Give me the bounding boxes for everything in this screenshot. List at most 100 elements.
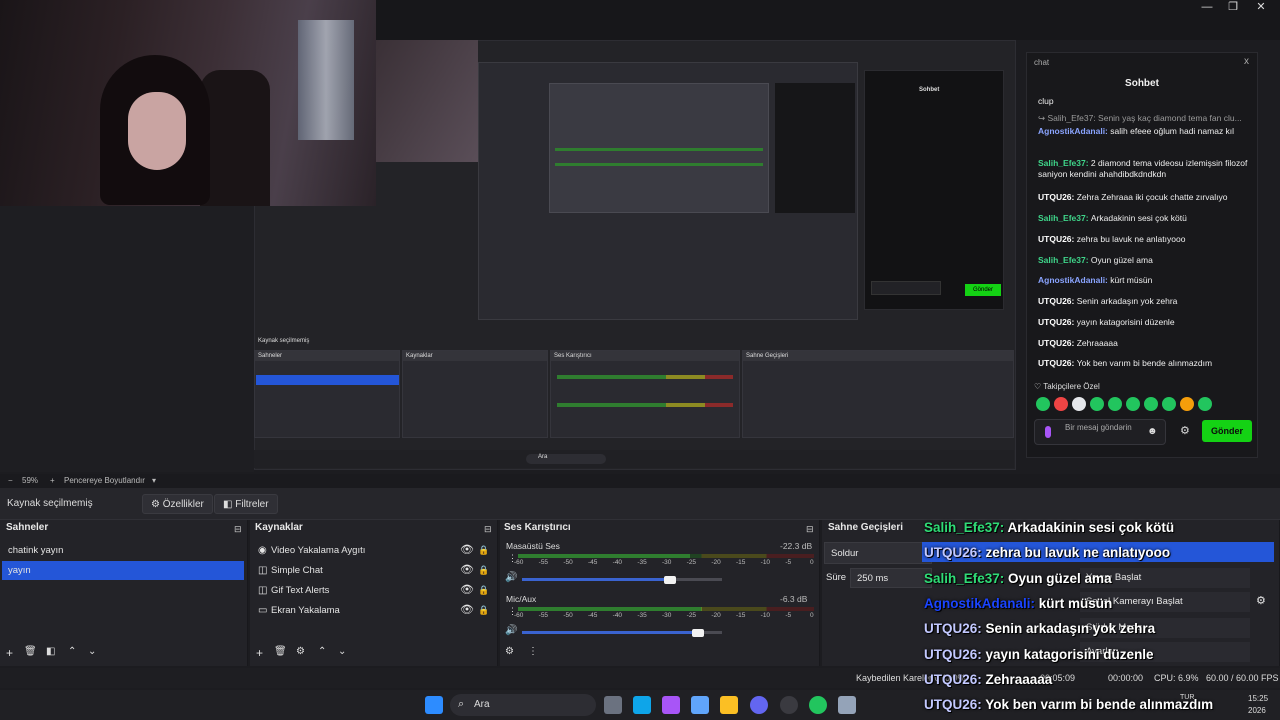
emote-icon[interactable] bbox=[1162, 397, 1176, 411]
clock-time[interactable]: 15:25 bbox=[1248, 694, 1268, 703]
dock-menu-icon[interactable]: ⊟ bbox=[484, 524, 492, 535]
add-scene-button[interactable]: + bbox=[6, 646, 13, 660]
fit-window-button[interactable]: Pencereye Boyutlandır bbox=[64, 476, 145, 485]
chat-username[interactable]: Salih_Efe37: bbox=[1038, 213, 1091, 223]
more-icon[interactable]: ⋮ bbox=[528, 646, 538, 657]
emote-icon[interactable] bbox=[1144, 397, 1158, 411]
source-item[interactable]: ◉ Video Yakalama Aygıtı 👁 🔒 bbox=[252, 541, 494, 560]
chat-username[interactable]: Salih_Efe37: bbox=[1038, 255, 1091, 265]
emote-icon[interactable] bbox=[1090, 397, 1104, 411]
source-item[interactable]: ◫ Simple Chat 👁 🔒 bbox=[252, 561, 494, 580]
meter-tick: -55 bbox=[538, 612, 549, 619]
mixer-settings-icon[interactable]: ⚙ bbox=[505, 646, 514, 657]
properties-button[interactable]: ⚙ Özellikler bbox=[142, 494, 213, 514]
source-item[interactable]: ◫ Gif Text Alerts 👁 🔒 bbox=[252, 581, 494, 600]
overlay-chat-line: Salih_Efe37: Arkadakinin sesi çok kötü bbox=[924, 520, 1174, 535]
emote-icon[interactable] bbox=[1180, 397, 1194, 411]
zoom-out-button[interactable]: − bbox=[8, 476, 13, 485]
lock-icon[interactable]: 🔒 bbox=[478, 561, 489, 580]
eye-icon[interactable]: 👁 bbox=[460, 581, 474, 600]
volume-slider-fill[interactable] bbox=[522, 631, 692, 634]
obs-icon[interactable] bbox=[780, 696, 798, 714]
app-icon[interactable] bbox=[838, 696, 856, 714]
gear-icon[interactable]: ⚙ bbox=[1180, 424, 1190, 437]
add-source-button[interactable]: + bbox=[256, 646, 263, 660]
chat-username[interactable]: AgnostikAdanali: bbox=[1038, 275, 1110, 285]
mini-no-source: Kaynak seçilmemiş bbox=[258, 338, 310, 344]
task-view-icon[interactable] bbox=[604, 696, 622, 714]
emote-icon[interactable] bbox=[1036, 397, 1050, 411]
chat-username[interactable]: UTQU26: bbox=[1038, 192, 1077, 202]
chat-username[interactable]: UTQU26: bbox=[1038, 234, 1077, 244]
dock-menu-icon[interactable]: ⊟ bbox=[806, 524, 814, 535]
zoom-in-button[interactable]: + bbox=[50, 476, 55, 485]
lock-icon[interactable]: 🔒 bbox=[478, 601, 489, 620]
windows-start-icon[interactable] bbox=[425, 696, 443, 714]
eye-icon[interactable]: 👁 bbox=[460, 601, 474, 620]
chat-username[interactable]: AgnostikAdanali: bbox=[1038, 126, 1110, 136]
speaker-icon[interactable]: 🔊 bbox=[505, 572, 517, 583]
source-item[interactable]: ▭ Ekran Yakalama 👁 🔒 bbox=[252, 601, 494, 620]
taskbar-search[interactable]: Ara bbox=[450, 694, 596, 716]
move-down-icon[interactable]: ⌄ bbox=[338, 646, 346, 657]
emote-icon[interactable] bbox=[1198, 397, 1212, 411]
volume-slider-knob[interactable] bbox=[692, 629, 704, 637]
overlay-chat-line: UTQU26: yayın katagorisini düzenle bbox=[924, 647, 1154, 662]
volume-slider-knob[interactable] bbox=[664, 576, 676, 584]
chat-text: Zehra Zehraaa iki çocuk chatte zırvalıyo bbox=[1076, 192, 1228, 202]
overlay-username: UTQU26: bbox=[924, 621, 982, 637]
meter-tick: -20 bbox=[711, 612, 721, 619]
chat-message-input[interactable]: Bir mesaj göndərin ☻ bbox=[1034, 419, 1166, 445]
eye-icon[interactable]: 👁 bbox=[460, 561, 474, 580]
emote-row[interactable] bbox=[1036, 397, 1236, 411]
move-up-icon[interactable]: ⌃ bbox=[318, 646, 326, 657]
chat-username[interactable]: Salih_Efe37: bbox=[1038, 158, 1091, 168]
store-icon[interactable] bbox=[691, 696, 709, 714]
dock-menu-icon[interactable]: ⊟ bbox=[234, 524, 242, 535]
maximize-button[interactable]: ❐ bbox=[1220, 0, 1246, 16]
chat-username[interactable]: UTQU26: bbox=[1038, 296, 1077, 306]
emote-icon[interactable] bbox=[1072, 397, 1086, 411]
emote-icon[interactable] bbox=[1126, 397, 1140, 411]
overlay-chat-line: UTQU26: Senin arkadaşın yok zehra bbox=[924, 621, 1155, 636]
gear-icon[interactable]: ⚙ bbox=[296, 646, 305, 657]
lock-icon[interactable]: 🔒 bbox=[478, 581, 489, 600]
volume-slider-fill[interactable] bbox=[522, 578, 664, 581]
meter-tick: -50 bbox=[563, 559, 573, 566]
trash-icon[interactable]: 🗑 bbox=[274, 646, 287, 657]
emote-icon[interactable] bbox=[1108, 397, 1122, 411]
chat-username[interactable]: UTQU26: bbox=[1038, 358, 1077, 368]
minimize-button[interactable]: — bbox=[1194, 0, 1220, 16]
chrome-icon[interactable] bbox=[809, 696, 827, 714]
move-down-icon[interactable]: ⌄ bbox=[88, 646, 96, 657]
chat-search-field[interactable]: chat bbox=[1028, 54, 1256, 72]
duration-input[interactable]: 250 ms bbox=[850, 568, 932, 588]
copilot-icon[interactable] bbox=[662, 696, 680, 714]
move-up-icon[interactable]: ⌃ bbox=[68, 646, 76, 657]
scene-item[interactable]: yayın bbox=[2, 561, 244, 580]
send-button[interactable]: Gönder bbox=[1202, 420, 1252, 442]
discord-icon[interactable] bbox=[750, 696, 768, 714]
outlook-icon[interactable] bbox=[633, 696, 651, 714]
scene-item[interactable]: chatink yayın bbox=[2, 541, 244, 560]
overlay-username: UTQU26: bbox=[924, 545, 982, 561]
filter-icon[interactable]: ◧ bbox=[46, 646, 55, 657]
clock-date: 2026 bbox=[1248, 706, 1266, 715]
file-explorer-icon[interactable] bbox=[720, 696, 738, 714]
chat-message: UTQU26: Zehraaaaa bbox=[1038, 338, 1252, 349]
trash-icon[interactable]: 🗑 bbox=[24, 646, 37, 657]
meter-tick: 0 bbox=[810, 559, 814, 566]
gear-icon[interactable]: ⚙ bbox=[1256, 594, 1266, 607]
transition-select[interactable]: Soldur bbox=[824, 542, 932, 564]
eye-icon[interactable]: 👁 bbox=[460, 541, 474, 560]
chat-close-icon[interactable]: x bbox=[1244, 56, 1249, 67]
filters-button[interactable]: ◧ Filtreler bbox=[214, 494, 278, 514]
lock-icon[interactable]: 🔒 bbox=[478, 541, 489, 560]
close-button[interactable]: ✕ bbox=[1248, 0, 1274, 16]
emote-icon[interactable] bbox=[1054, 397, 1068, 411]
speaker-icon[interactable]: 🔊 bbox=[505, 625, 517, 636]
chat-username[interactable]: UTQU26: bbox=[1038, 317, 1077, 327]
chat-username[interactable]: UTQU26: bbox=[1038, 338, 1077, 348]
emoji-icon[interactable]: ☻ bbox=[1147, 426, 1158, 437]
chevron-down-icon[interactable]: ▾ bbox=[152, 476, 156, 485]
